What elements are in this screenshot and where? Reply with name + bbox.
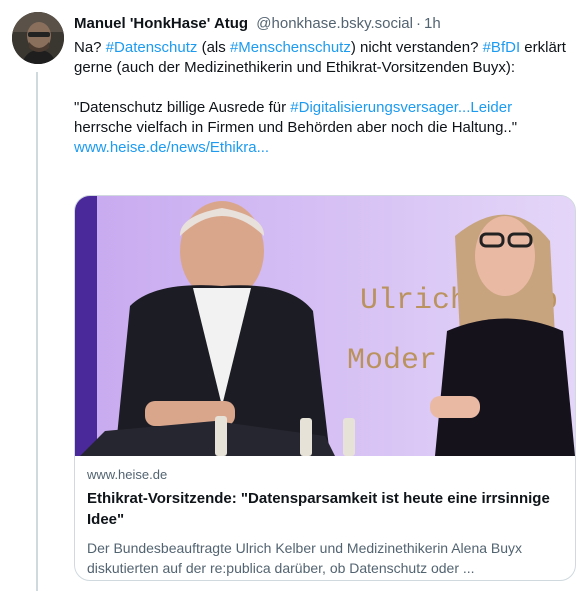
avatar-photo (12, 12, 64, 64)
avatar[interactable] (12, 12, 64, 64)
card-title[interactable]: Ethikrat-Vorsitzende: "Datensparsamkeit … (87, 488, 563, 530)
card-meta: www.heise.de Ethikrat-Vorsitzende: "Date… (75, 456, 575, 578)
card-image: Ulrich Kelb Moder (75, 196, 575, 456)
post-body: Na? #Datenschutz (als #Menschenschutz) n… (74, 38, 574, 158)
post-paragraph-2: "Datenschutz billige Ausrede für #Digita… (74, 98, 574, 138)
post-text: ) nicht verstanden? (350, 39, 483, 56)
stage-backdrop-text-2: Moder (347, 344, 437, 378)
hashtag-link[interactable]: #BfDI (483, 39, 521, 56)
post-text: herrsche vielfach in Firmen und Behörden… (74, 119, 518, 136)
post-timestamp[interactable]: 1h (424, 15, 441, 32)
hashtag-link[interactable]: #Digitalisierungsversager...Leider (290, 99, 512, 116)
post-link[interactable]: www.heise.de/news/Ethikra... (74, 139, 269, 156)
post-paragraph-1: Na? #Datenschutz (als #Menschenschutz) n… (74, 38, 574, 78)
hashtag-link[interactable]: #Datenschutz (106, 39, 198, 56)
post-header: Manuel 'HonkHase' Atug @honkhase.bsky.so… (74, 14, 580, 34)
post-text: Na? (74, 39, 106, 56)
card-description: Der Bundesbeauftragte Ulrich Kelber und … (87, 540, 523, 576)
hashtag-link[interactable]: #Menschenschutz (230, 39, 351, 56)
separator-dot: · (415, 15, 421, 32)
thread-line (36, 72, 38, 591)
post-text: "Datenschutz billige Ausrede für (74, 99, 291, 116)
card-domain: www.heise.de (87, 467, 168, 482)
author-display-name[interactable]: Manuel 'HonkHase' Atug (74, 15, 248, 32)
link-preview-card[interactable]: Ulrich Kelb Moder www.heise.de Ethikrat-… (74, 195, 576, 581)
post-text: (als (197, 39, 230, 56)
author-handle[interactable]: @honkhase.bsky.social (256, 15, 413, 32)
